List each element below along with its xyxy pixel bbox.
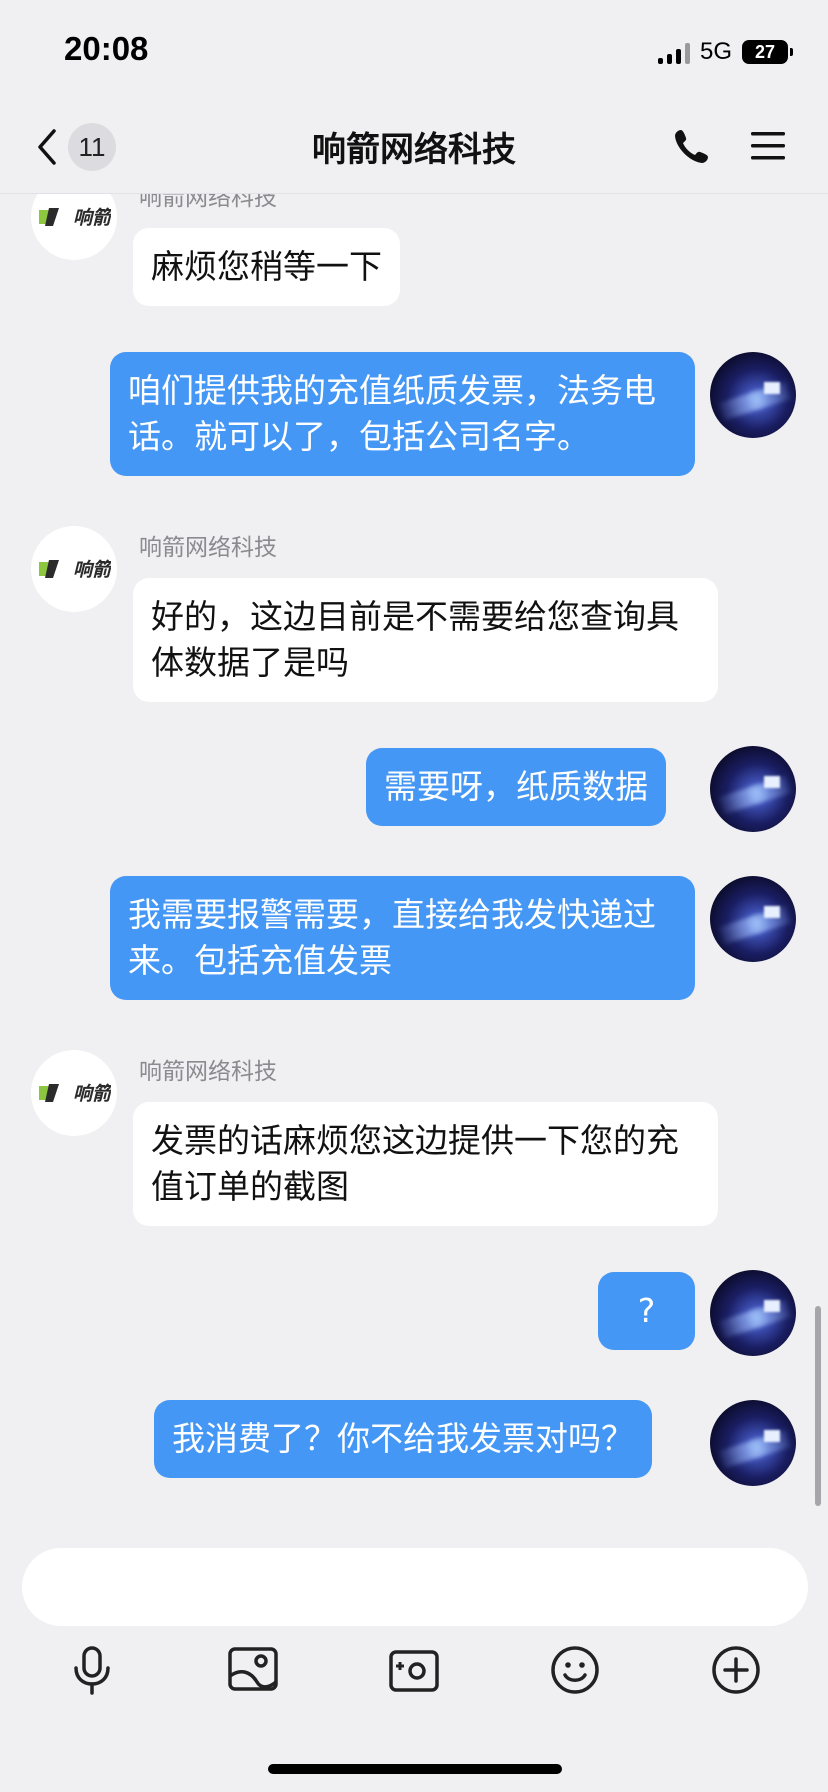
message-bubble-outgoing[interactable]: 咱们提供我的充值纸质发票，法务电话。就可以了，包括公司名字。 [110,352,695,476]
message-bubble-outgoing[interactable]: 我需要报警需要，直接给我发快递过来。包括充值发票 [110,876,695,1000]
message-input[interactable] [22,1548,808,1626]
message-bubble-incoming[interactable]: 麻烦您稍等一下 [133,228,400,306]
message-bubble-incoming[interactable]: 好的，这边目前是不需要给您查询具体数据了是吗 [133,578,718,702]
camera-icon[interactable] [386,1642,442,1698]
sender-name: 响箭网络科技 [139,1059,277,1085]
chat-scrollbar[interactable] [815,1306,821,1506]
user-avatar[interactable] [710,876,796,962]
sender-name: 响箭网络科技 [139,535,277,561]
microphone-icon[interactable] [64,1642,120,1698]
svg-text:响箭: 响箭 [73,559,111,581]
composer [0,1528,828,1792]
status-time: 20:08 [64,30,149,67]
svg-text:响箭: 响箭 [73,207,111,229]
contact-avatar[interactable]: 响箭 [31,526,117,612]
message-bubble-outgoing[interactable]: ? [598,1272,695,1350]
message-bubble-outgoing[interactable]: 需要呀，纸质数据 [366,748,666,826]
image-icon[interactable] [225,1642,281,1698]
user-avatar[interactable] [710,1270,796,1356]
user-avatar[interactable] [710,746,796,832]
signal-icon [657,40,690,64]
message-bubble-incoming[interactable]: 发票的话麻烦您这边提供一下您的充值订单的截图 [133,1102,718,1226]
message-bubble-outgoing[interactable]: 我消费了？你不给我发票对吗？ [154,1400,652,1478]
contact-avatar[interactable]: 响箭 [31,1050,117,1136]
brand-logo-icon: 响箭 [39,207,111,229]
phone-icon[interactable] [672,126,712,166]
network-type: 5G [699,38,732,65]
status-bar: 20:08 5G 27 [0,0,828,100]
emoji-icon[interactable] [547,1642,603,1698]
chat-area[interactable]: 响箭 响箭网络科技 麻烦您稍等一下 咱们提供我的充值纸质发票，法务电话。就可以了… [0,0,828,1528]
chat-header: 11 响箭网络科技 [0,100,828,194]
plus-icon[interactable] [708,1642,764,1698]
home-indicator[interactable] [268,1764,562,1774]
menu-icon[interactable] [748,126,788,166]
svg-text:响箭: 响箭 [73,1083,111,1105]
brand-logo-icon: 响箭 [39,1083,111,1105]
user-avatar[interactable] [710,1400,796,1486]
brand-logo-icon: 响箭 [39,559,111,581]
battery-icon: 27 [742,40,793,64]
user-avatar[interactable] [710,352,796,438]
